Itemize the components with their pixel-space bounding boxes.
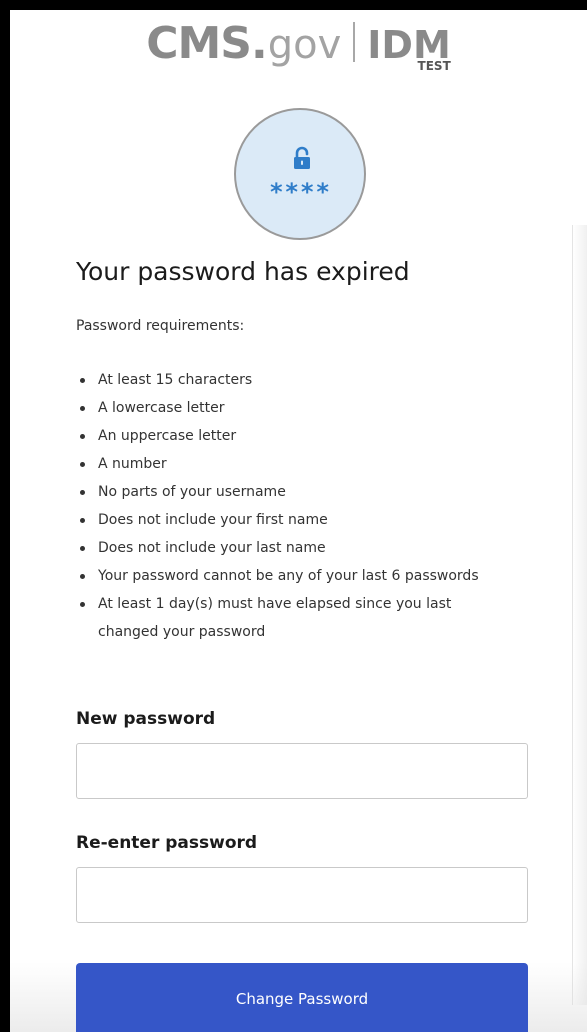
change-password-button[interactable]: Change Password [76,963,528,1032]
masked-password-text: **** [269,178,331,206]
logo-divider [353,22,356,62]
logo-product: IDM TEST [367,23,451,73]
requirement-item: No parts of your username [76,478,516,506]
requirement-text: At least 15 characters [98,372,253,388]
new-password-input[interactable] [76,743,528,799]
logo-environment: TEST [417,59,451,73]
reenter-password-label: Re-enter password [76,833,258,853]
expired-password-badge: **** [234,108,366,240]
bullet-icon [80,546,85,551]
requirement-item: Does not include your first name [76,506,516,534]
bullet-icon [80,434,85,439]
requirements-list: At least 15 characters A lowercase lette… [76,366,516,646]
requirement-text: Does not include your last name [98,540,326,556]
password-expired-page: CMS.gov IDM TEST **** Your password has ex… [10,10,587,1032]
bullet-icon [80,406,85,411]
requirement-item: A number [76,450,516,478]
requirement-item: At least 1 day(s) must have elapsed sinc… [76,590,516,646]
requirement-text: An uppercase letter [98,428,237,444]
bullet-icon [80,574,85,579]
requirements-intro: Password requirements: [76,318,245,334]
bullet-icon [80,602,85,607]
bullet-icon [80,378,85,383]
requirement-text: Does not include your first name [98,512,328,528]
requirement-item: A lowercase letter [76,394,516,422]
logo-domain: gov [267,22,342,68]
requirement-text: No parts of your username [98,484,286,500]
page-title: Your password has expired [76,257,410,286]
cms-idm-logo: CMS.gov IDM TEST [10,18,587,73]
requirement-item: Does not include your last name [76,534,516,562]
requirement-item: An uppercase letter [76,422,516,450]
lock-icon [294,146,310,169]
bullet-icon [80,490,85,495]
bullet-icon [80,518,85,523]
bullet-icon [80,462,85,467]
requirement-text: A lowercase letter [98,400,225,416]
requirement-item: At least 15 characters [76,366,516,394]
requirement-item: Your password cannot be any of your last… [76,562,516,590]
reenter-password-input[interactable] [76,867,528,923]
requirement-text: Your password cannot be any of your last… [98,568,479,584]
background-panel-edge [572,225,587,1005]
requirement-text: At least 1 day(s) must have elapsed sinc… [98,596,452,640]
logo-brand: CMS. [146,18,267,69]
requirement-text: A number [98,456,167,472]
new-password-label: New password [76,709,216,729]
